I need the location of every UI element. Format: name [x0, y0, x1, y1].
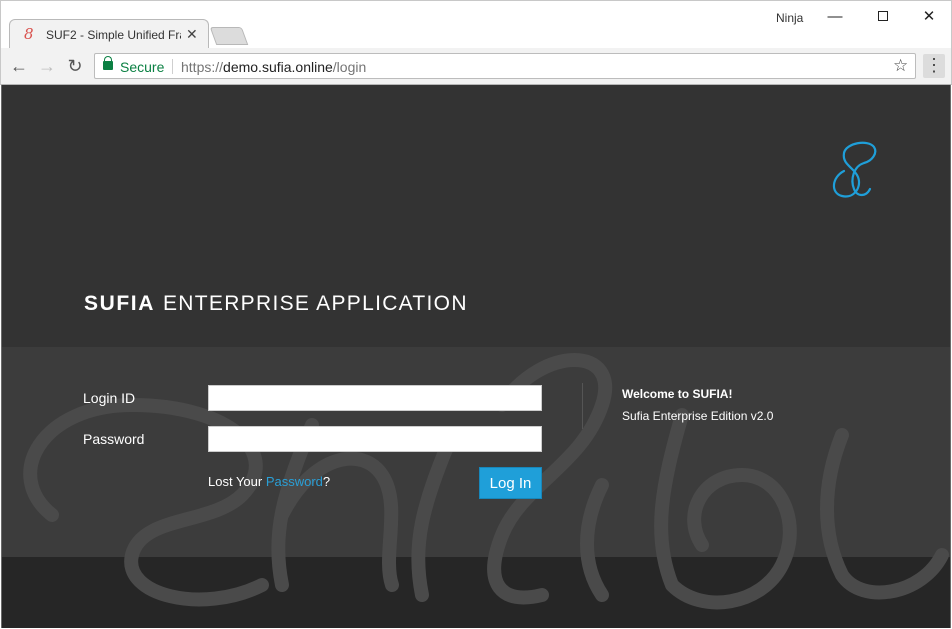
minimize-button[interactable]: — — [821, 7, 849, 27]
login-id-input[interactable] — [208, 385, 542, 411]
browser-titlebar: 8 SUF2 - Simple Unified Fra ✕ Ninja — ✕ — [0, 0, 952, 49]
welcome-title: Welcome to SUFIA! — [622, 387, 733, 401]
brand-title: SUFIA ENTERPRISE APPLICATION — [84, 292, 468, 316]
password-label: Password — [83, 431, 145, 447]
window-close-button[interactable]: ✕ — [915, 7, 943, 27]
browser-tab[interactable]: 8 SUF2 - Simple Unified Fra ✕ — [9, 19, 209, 49]
url-text[interactable]: https://demo.sufia.online/login — [181, 59, 366, 75]
lost-password-text: Lost Your Password? — [208, 474, 330, 489]
login-id-label: Login ID — [83, 390, 136, 406]
new-tab-button[interactable] — [209, 27, 249, 45]
tab-title: SUF2 - Simple Unified Fra — [46, 28, 181, 42]
profile-name[interactable]: Ninja — [776, 11, 803, 25]
login-page: SUFIA ENTERPRISE APPLICATION Login ID Pas… — [1, 85, 951, 628]
lost-prefix: Lost Your — [208, 474, 266, 489]
lost-suffix: ? — [322, 474, 331, 489]
maximize-icon — [878, 11, 888, 21]
address-bar[interactable]: Secure https://demo.sufia.online/login ☆ — [94, 53, 916, 79]
url-scheme: https:// — [181, 59, 224, 75]
reload-icon[interactable]: ↻ — [64, 55, 86, 77]
star-icon[interactable]: ☆ — [893, 56, 908, 76]
sufia-logo-icon — [832, 141, 877, 198]
login-button[interactable]: Log In — [479, 467, 542, 499]
forward-arrow-icon[interactable]: → — [36, 55, 58, 77]
url-path: /login — [332, 59, 367, 75]
browser-toolbar: ← → ↻ Secure https://demo.sufia.online/l… — [0, 48, 952, 85]
brand-rest: ENTERPRISE APPLICATION — [163, 292, 468, 315]
more-icon[interactable]: ⋮ — [923, 54, 945, 78]
password-input[interactable] — [208, 426, 542, 452]
address-separator — [172, 59, 173, 74]
maximize-button[interactable] — [869, 7, 897, 27]
favicon-icon: 8 — [24, 25, 34, 43]
watermark-logo — [23, 353, 949, 610]
welcome-subtitle: Sufia Enterprise Edition v2.0 — [622, 409, 774, 423]
password-reset-link[interactable]: Password — [266, 474, 323, 489]
brand-strong: SUFIA — [84, 292, 155, 315]
vertical-divider — [582, 383, 583, 429]
lock-icon — [103, 56, 113, 70]
url-host: demo.sufia.online — [223, 59, 333, 75]
close-icon[interactable]: ✕ — [186, 26, 198, 43]
secure-label: Secure — [120, 59, 165, 75]
back-arrow-icon[interactable]: ← — [8, 55, 30, 77]
